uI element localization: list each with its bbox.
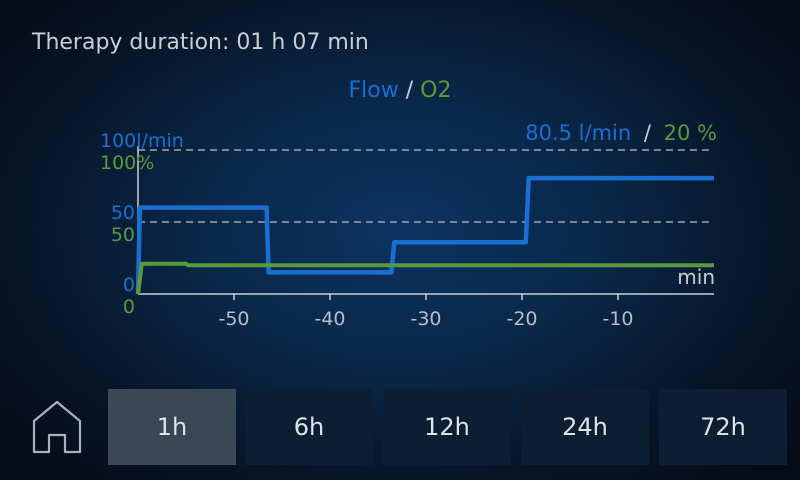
time-range-tab-12h[interactable]: 12h	[383, 389, 511, 465]
o2-y-tick-label: 100%	[100, 152, 154, 174]
home-button[interactable]	[30, 398, 84, 456]
o2-y-tick-label: 50	[111, 224, 135, 246]
flow-y-tick-label: 100l/min	[100, 130, 184, 152]
time-range-tab-72h[interactable]: 72h	[659, 389, 787, 465]
current-flow-value: 80.5 l/min	[525, 121, 631, 145]
current-o2-value: 20 %	[664, 121, 717, 145]
x-tick-label: -30	[410, 308, 441, 330]
flow-y-tick-label: 50	[111, 202, 135, 224]
x-tick-label: -50	[218, 308, 249, 330]
home-icon	[32, 400, 82, 454]
current-separator: /	[644, 121, 652, 145]
trend-chart: -50 -40 -30 -20 -10 min 100l/min 50 0 100% 50 0 80.…	[100, 121, 717, 330]
o2-series-line	[136, 261, 714, 295]
x-tick-label: -20	[506, 308, 537, 330]
svg-text:80.5 l/min / 20 %: 80.5 l/min / 20 %	[525, 121, 717, 145]
time-range-tab-1h[interactable]: 1h	[108, 389, 236, 465]
x-axis-label: min	[677, 265, 715, 289]
x-tick-label: -10	[602, 308, 633, 330]
flow-y-tick-label: 0	[123, 274, 135, 296]
x-tick-label: -40	[314, 308, 345, 330]
o2-y-tick-label: 0	[123, 296, 135, 318]
time-range-tab-6h[interactable]: 6h	[245, 389, 373, 465]
time-range-tab-24h[interactable]: 24h	[521, 389, 649, 465]
flow-series-line	[135, 175, 714, 295]
